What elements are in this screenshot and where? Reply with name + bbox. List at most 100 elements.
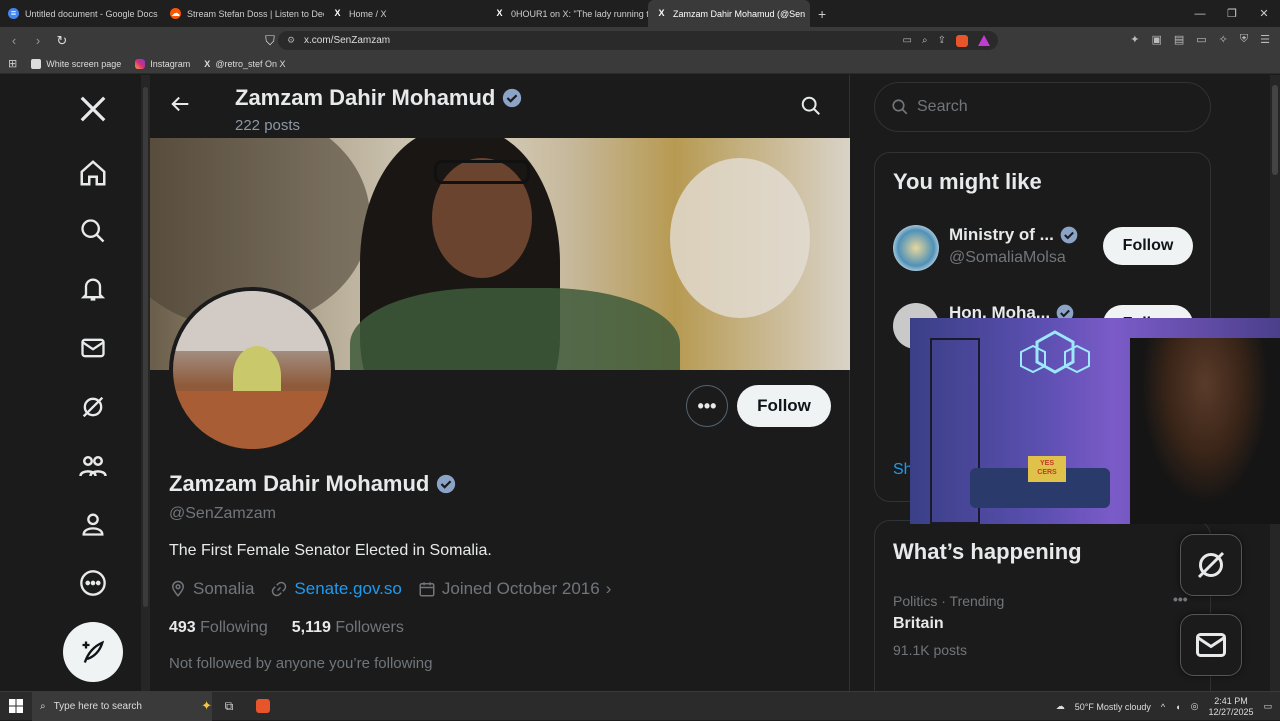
- scrollbar-thumb[interactable]: [1272, 85, 1278, 175]
- hexagon-light: [1020, 330, 1090, 374]
- address-bar-row: ‹ › ↻ ⛉ ⚙ x.com/SenZamzam ▭ ⌕ ⇪ ✦ ▣ ▤ ▭ …: [0, 27, 1280, 54]
- left-scrollbar[interactable]: [141, 75, 150, 691]
- profile-handle: @SenZamzam: [169, 505, 276, 522]
- site-info-icon[interactable]: ⚙: [287, 35, 295, 46]
- weather-text[interactable]: 50°F Mostly cloudy: [1075, 702, 1151, 712]
- profile-location: Somalia: [169, 579, 254, 599]
- suggestion-item[interactable]: Ministry of ... @SomaliaMolsa Follow: [893, 223, 1193, 273]
- notifications-icon[interactable]: ▭: [1263, 701, 1272, 712]
- zoom-icon[interactable]: ⌕: [922, 35, 928, 46]
- window-controls: — ❐ ✕: [1184, 0, 1280, 27]
- browser-tab-home-x[interactable]: X Home / X: [324, 0, 486, 27]
- search-icon: [892, 99, 908, 115]
- nav-more[interactable]: [70, 560, 116, 606]
- verified-badge-icon: [437, 474, 456, 494]
- forward-icon[interactable]: ›: [28, 33, 48, 48]
- extensions-icon[interactable]: ✦: [1130, 33, 1139, 46]
- nav-messages[interactable]: [70, 325, 116, 371]
- search-profile-button[interactable]: [800, 95, 822, 122]
- tab-title: Zamzam Dahir Mohamud (@Sen: [673, 8, 806, 19]
- browser-tab-google-docs[interactable]: ≡ Untitled document - Google Docs: [0, 0, 162, 27]
- profile-website[interactable]: Senate.gov.so: [270, 579, 402, 599]
- brave-taskbar-icon[interactable]: [246, 699, 280, 714]
- vpn-icon[interactable]: ⛨: [1240, 33, 1248, 46]
- start-button[interactable]: [0, 699, 32, 713]
- profile-bio: The First Female Senator Elected in Soma…: [169, 542, 492, 559]
- profile-stats: 493 Following 5,119 Followers: [169, 619, 404, 637]
- profile-joined[interactable]: Joined October 2016 ›: [418, 579, 611, 599]
- following-link[interactable]: 493 Following: [169, 619, 268, 637]
- bookmark-icon[interactable]: ⛉: [260, 33, 280, 49]
- nav-home[interactable]: [70, 150, 116, 196]
- who-to-follow-title: You might like: [893, 169, 1042, 194]
- back-button[interactable]: [170, 93, 192, 120]
- profile-meta: Somalia Senate.gov.so Joined October 201…: [169, 579, 611, 599]
- browser-toolbar-right: ✦ ▣ ▤ ▭ ✧ ⛨ ☰: [1130, 33, 1270, 46]
- chevron-up-icon[interactable]: ^: [1161, 702, 1165, 712]
- messages-floating-button[interactable]: [1180, 614, 1242, 676]
- whats-happening-title: What’s happening: [893, 539, 1082, 564]
- avatar[interactable]: [169, 287, 335, 453]
- followers-link[interactable]: 5,119 Followers: [292, 619, 404, 637]
- tab-title: Untitled document - Google Docs: [25, 8, 158, 19]
- nav-communities[interactable]: [70, 443, 116, 489]
- url-field[interactable]: ⚙ x.com/SenZamzam ▭ ⌕ ⇪: [278, 31, 998, 50]
- cast-icon[interactable]: ▭: [903, 35, 912, 46]
- menu-icon[interactable]: ☰: [1260, 33, 1270, 46]
- network-icon[interactable]: ◎: [1191, 701, 1199, 712]
- apps-icon[interactable]: ⊞: [8, 57, 17, 70]
- minimize-icon[interactable]: —: [1184, 8, 1216, 20]
- grok-floating-button[interactable]: [1180, 534, 1242, 596]
- grok-icon: [1197, 551, 1225, 579]
- reload-icon[interactable]: ↻: [52, 33, 72, 49]
- share-icon[interactable]: ⇪: [938, 35, 946, 46]
- brave-shield-icon[interactable]: [956, 34, 968, 47]
- website-link[interactable]: Senate.gov.so: [294, 579, 401, 599]
- search-input[interactable]: Search: [874, 82, 1211, 132]
- post-button[interactable]: [63, 622, 123, 682]
- bookmark-retro-stef[interactable]: X @retro_stef On X: [204, 59, 285, 69]
- x-logo-icon: X: [204, 58, 211, 69]
- speaker-icon[interactable]: ◖: [1175, 702, 1180, 712]
- scrollbar-thumb[interactable]: [143, 87, 148, 607]
- x-logo-home-link[interactable]: [70, 86, 116, 132]
- trend-name[interactable]: Britain: [893, 615, 944, 633]
- webcam-overlay: YES CERS: [910, 318, 1280, 524]
- brave-rewards-icon[interactable]: [978, 35, 990, 46]
- restore-icon[interactable]: ❐: [1216, 7, 1248, 20]
- bookmark-white-screen[interactable]: White screen page: [31, 58, 121, 69]
- communities-icon: [79, 456, 107, 477]
- trend-post-count: 91.1K posts: [893, 642, 967, 658]
- back-icon[interactable]: ‹: [4, 33, 24, 48]
- mail-icon: [81, 338, 105, 358]
- verified-badge-icon: [503, 88, 522, 108]
- follow-button[interactable]: Follow: [737, 385, 831, 427]
- nav-grok[interactable]: [70, 384, 116, 430]
- instagram-icon: [135, 58, 146, 69]
- reading-list-icon[interactable]: ▣: [1151, 33, 1161, 46]
- clock[interactable]: 2:41 PM 12/27/2025: [1208, 696, 1253, 718]
- leo-ai-icon[interactable]: ✧: [1219, 33, 1228, 46]
- x-logo-icon: X: [334, 8, 341, 18]
- browser-tab-zamzam[interactable]: X Zamzam Dahir Mohamud (@Sen ✕: [648, 0, 810, 27]
- glasses: [434, 160, 530, 184]
- soundcloud-icon: ☁: [170, 8, 181, 19]
- task-view-icon[interactable]: ⧉: [212, 699, 246, 714]
- bookmark-instagram[interactable]: Instagram: [135, 58, 190, 69]
- browser-tab-0hour1[interactable]: X 0HOUR1 on X: "The lady running the: [486, 0, 648, 27]
- sidebar-icon[interactable]: ▤: [1174, 33, 1184, 46]
- wallet-icon[interactable]: ▭: [1196, 33, 1206, 46]
- browser-tab-soundcloud[interactable]: ☁ Stream Stefan Doss | Listen to Decem: [162, 0, 324, 27]
- close-window-icon[interactable]: ✕: [1248, 7, 1280, 20]
- follow-suggestion-button[interactable]: Follow: [1103, 227, 1193, 265]
- arrow-left-icon: [171, 96, 189, 112]
- new-tab-button[interactable]: +: [818, 6, 826, 22]
- tab-title: Stream Stefan Doss | Listen to Decem: [187, 8, 324, 19]
- nav-profile[interactable]: [70, 501, 116, 547]
- weather-icon[interactable]: ☁: [1056, 701, 1065, 712]
- avatar-podium: [173, 391, 331, 449]
- taskbar-search-input[interactable]: ⌕ Type here to search ✦: [32, 691, 212, 721]
- nav-notifications[interactable]: [70, 266, 116, 312]
- more-options-button[interactable]: •••: [686, 385, 728, 427]
- nav-explore[interactable]: [70, 208, 116, 254]
